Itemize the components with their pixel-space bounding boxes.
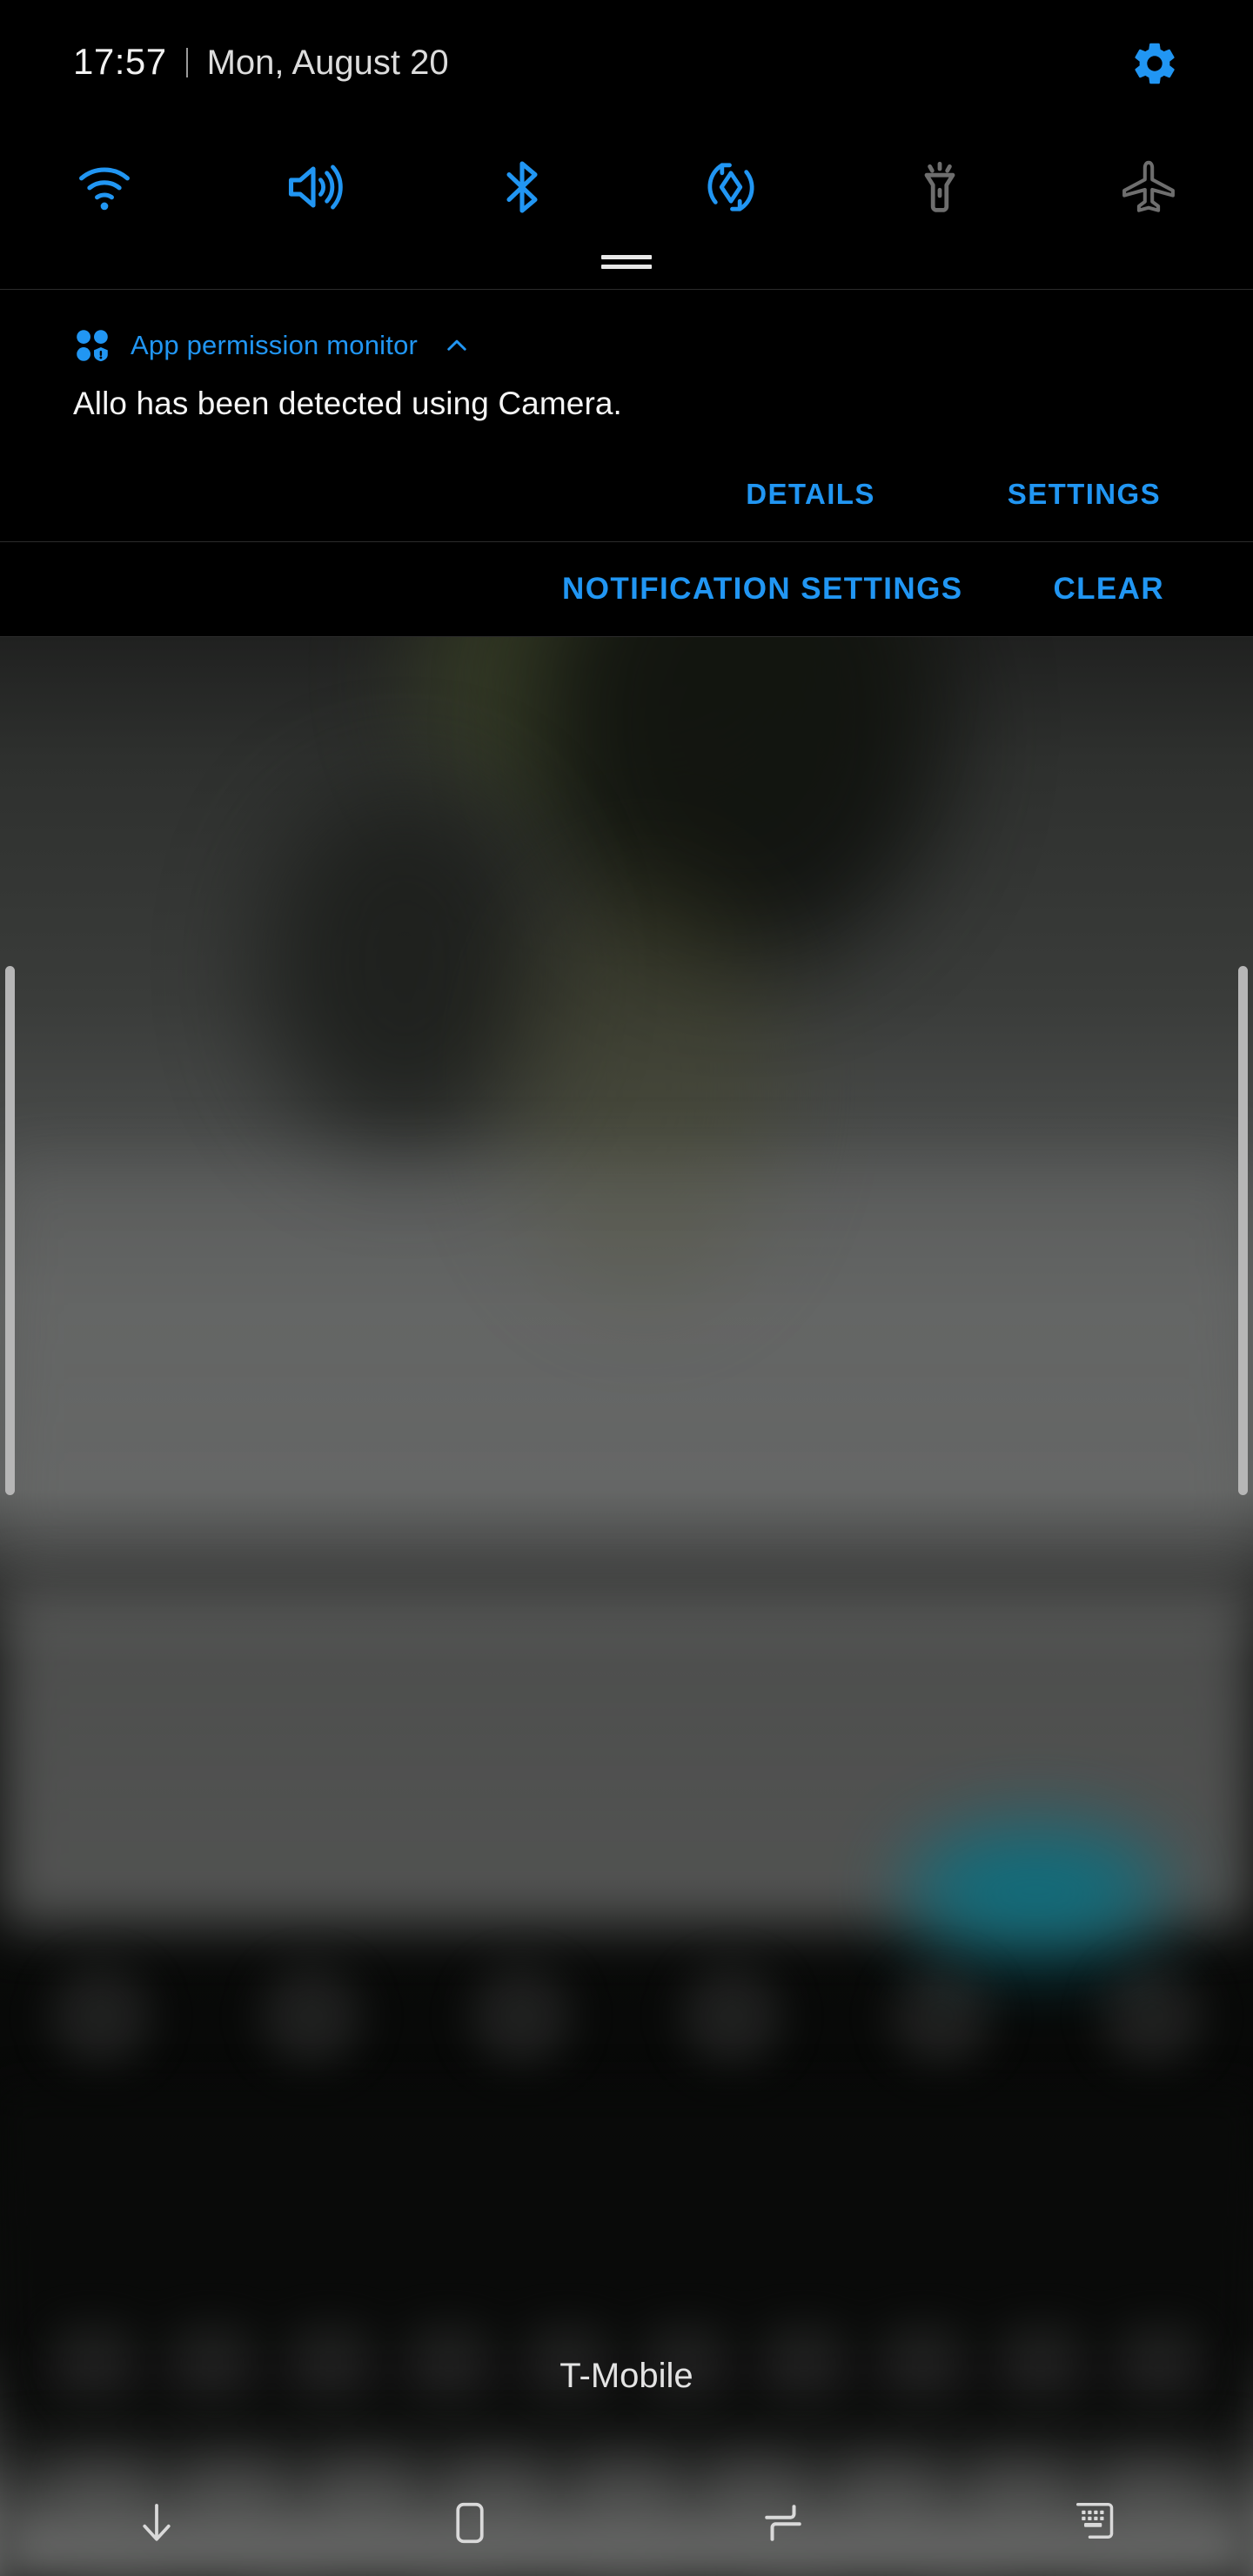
nav-recents-button[interactable] bbox=[626, 2470, 940, 2576]
home-rounded-square-icon bbox=[456, 2502, 484, 2544]
clear-all-button[interactable]: CLEAR bbox=[1030, 560, 1187, 619]
sound-icon bbox=[288, 164, 343, 210]
background-teal-blob bbox=[905, 1825, 1166, 1955]
shade-drag-handle[interactable] bbox=[0, 251, 1253, 273]
app-permission-monitor-icon bbox=[77, 330, 108, 362]
chevron-up-icon[interactable] bbox=[442, 331, 472, 360]
nav-back-button[interactable] bbox=[0, 2470, 313, 2576]
qs-tile-airplane[interactable] bbox=[1044, 139, 1253, 235]
nav-home-button[interactable] bbox=[313, 2470, 626, 2576]
notification-app-permission-monitor[interactable]: App permission monitor Allo has been det… bbox=[0, 290, 1253, 541]
qs-tile-auto-rotate[interactable] bbox=[626, 139, 835, 235]
qs-tile-flashlight[interactable] bbox=[835, 139, 1044, 235]
qs-tile-sound[interactable] bbox=[209, 139, 418, 235]
notification-app-name: App permission monitor bbox=[131, 330, 419, 360]
flashlight-icon bbox=[924, 161, 955, 212]
down-arrow-icon bbox=[143, 2504, 171, 2541]
notification-shade-panel: 17:57 Mon, August 20 App permission moni… bbox=[0, 0, 1253, 637]
qs-tile-bluetooth[interactable] bbox=[418, 139, 626, 235]
notification-details-button[interactable]: DETAILS bbox=[720, 464, 901, 525]
notification-actions: DETAILS SETTINGS bbox=[0, 464, 1253, 525]
recents-brackets-icon bbox=[765, 2505, 801, 2541]
airplane-icon bbox=[1122, 160, 1175, 212]
notification-header[interactable]: App permission monitor bbox=[73, 326, 472, 365]
gear-icon bbox=[1135, 43, 1175, 84]
qs-tile-wifi[interactable] bbox=[0, 139, 209, 235]
background-panel-blur bbox=[0, 1159, 1253, 1568]
auto-rotate-icon bbox=[707, 163, 754, 211]
right-edge-scrollbar[interactable] bbox=[1238, 966, 1248, 1495]
nav-keyboard-switch-button[interactable] bbox=[940, 2470, 1253, 2576]
blurred-background-app bbox=[0, 637, 1253, 2576]
shade-footer-row: NOTIFICATION SETTINGS CLEAR bbox=[0, 542, 1253, 636]
navigation-bar bbox=[0, 2470, 1253, 2576]
android-notification-shade-screen: T-Mobile 17:57 Mon, August 20 App permis… bbox=[0, 0, 1253, 2576]
clock-separator bbox=[185, 48, 188, 77]
notification-message: Allo has been detected using Camera. bbox=[73, 386, 622, 421]
carrier-label: T-Mobile bbox=[559, 2357, 694, 2395]
keyboard-switch-icon bbox=[1076, 2503, 1114, 2539]
background-icon-row-blur bbox=[52, 1960, 1201, 2073]
quick-settings-gear-button[interactable] bbox=[1128, 37, 1182, 91]
left-edge-scrollbar[interactable] bbox=[5, 966, 15, 1495]
clock-date: Mon, August 20 bbox=[206, 44, 449, 82]
notification-settings-action-button[interactable]: SETTINGS bbox=[982, 464, 1187, 525]
divider-bottom bbox=[0, 636, 1253, 637]
wifi-icon bbox=[79, 167, 130, 211]
quick-settings-row bbox=[0, 139, 1253, 235]
bluetooth-icon bbox=[506, 161, 538, 213]
notification-settings-button[interactable]: NOTIFICATION SETTINGS bbox=[539, 560, 985, 619]
clock-and-date: 17:57 Mon, August 20 bbox=[73, 40, 449, 84]
shade-status-row: 17:57 Mon, August 20 bbox=[0, 40, 1253, 101]
clock-time: 17:57 bbox=[73, 41, 167, 82]
